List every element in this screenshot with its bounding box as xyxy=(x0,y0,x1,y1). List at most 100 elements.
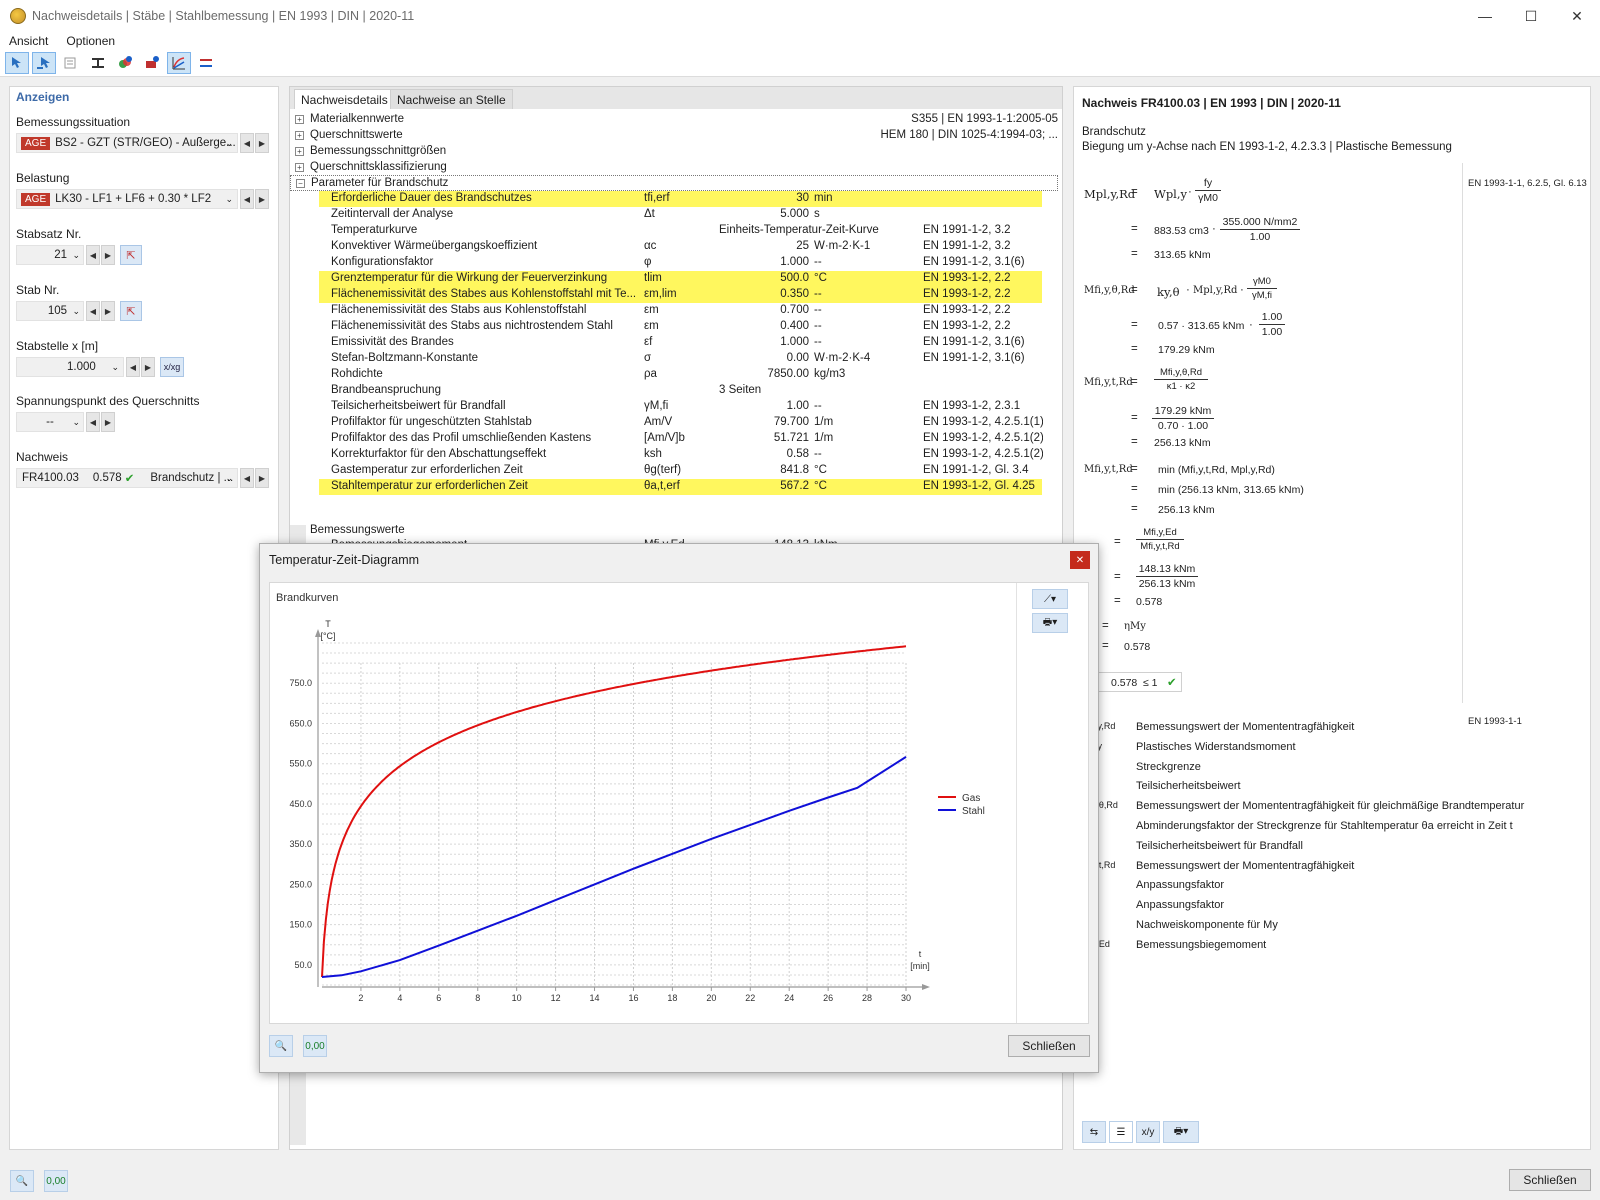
prev-location-button[interactable]: ◀ xyxy=(126,357,140,377)
print-icon[interactable]: 🖶▾ xyxy=(1032,613,1068,633)
table-row[interactable]: Konvektiver Wärmeübergangskoeffizientαc2… xyxy=(319,239,1042,255)
group-classification[interactable]: +Querschnittsklassifizierung xyxy=(290,159,1062,175)
member-select[interactable]: 105 ⌄ xyxy=(16,301,84,321)
table-row[interactable]: Stefan-Boltzmann-Konstanteσ0.00W·m-2·K-4… xyxy=(319,351,1042,367)
search-icon[interactable]: 🔍 xyxy=(10,1170,34,1192)
select-member-icon[interactable] xyxy=(5,52,29,74)
chart-area: Brandkurven2468101214161820222426283050.… xyxy=(269,582,1089,1024)
design-situation-select[interactable]: AGE BS2 - GZT (STR/GEO) - Außerge... ⌄ xyxy=(16,133,238,153)
settings-icon[interactable] xyxy=(194,52,218,74)
chevron-down-icon: ⌄ xyxy=(72,417,80,428)
table-row[interactable]: Stahltemperatur zur erforderlichen Zeitθ… xyxy=(319,479,1042,495)
eq-equals: = xyxy=(1131,412,1138,424)
next-situation-button[interactable]: ▶ xyxy=(255,133,269,153)
swap-icon[interactable]: ⇆ xyxy=(1082,1121,1106,1143)
group-design-values[interactable]: −Bemessungswerte xyxy=(290,522,1062,538)
table-row[interactable]: Konfigurationsfaktorφ1.000--EN 1991-1-2,… xyxy=(319,255,1042,271)
next-loading-button[interactable]: ▶ xyxy=(255,189,269,209)
tab-checks-at-location[interactable]: Nachweise an Stelle xyxy=(390,89,513,109)
check-select[interactable]: FR4100.03 0.578 ✔ Brandschutz | ... ⌄ xyxy=(16,468,238,488)
group-fire-params[interactable]: −Parameter für Brandschutz xyxy=(290,175,1058,191)
minimize-button[interactable]: — xyxy=(1462,0,1508,32)
table-row[interactable]: Gastemperatur zur erforderlichen Zeitθg(… xyxy=(319,463,1042,479)
sort-icon[interactable]: ☰ xyxy=(1109,1121,1133,1143)
prev-loading-button[interactable]: ◀ xyxy=(240,189,254,209)
select-location-icon[interactable] xyxy=(32,52,56,74)
cell-val: 5.000 xyxy=(719,208,809,220)
dialog-close-button[interactable]: Schließen xyxy=(1008,1035,1090,1057)
pick-member-icon[interactable]: ⇱ xyxy=(120,301,142,321)
close-window-button[interactable]: ✕ xyxy=(1554,0,1600,32)
table-row[interactable]: Korrekturfaktor für den Abschattungseffe… xyxy=(319,447,1042,463)
prev-check-button[interactable]: ◀ xyxy=(240,468,254,488)
eq-equals: = xyxy=(1131,483,1138,495)
formula-icon[interactable]: x/y xyxy=(1136,1121,1160,1143)
expand-icon[interactable]: + xyxy=(295,131,304,140)
tab-details[interactable]: Nachweisdetails xyxy=(294,89,395,109)
section-icon[interactable] xyxy=(86,52,110,74)
next-check-button[interactable]: ▶ xyxy=(255,468,269,488)
group-material[interactable]: +MaterialkennwerteS355 | EN 1993-1-1:200… xyxy=(290,111,1062,127)
table-row[interactable]: Emissivität des Brandesεf1.000--EN 1991-… xyxy=(319,335,1042,351)
group-section[interactable]: +QuerschnittswerteHEM 180 | DIN 1025-4:1… xyxy=(290,127,1062,143)
cell-name: Konfigurationsfaktor xyxy=(331,256,639,268)
diagram-icon[interactable] xyxy=(167,52,191,74)
prev-stress-point-button[interactable]: ◀ xyxy=(86,412,100,432)
table-row[interactable]: Erforderliche Dauer des Brandschutzestfi… xyxy=(319,191,1042,207)
table-row[interactable]: Flächenemissivität des Stabs aus Kohlens… xyxy=(319,303,1042,319)
close-button[interactable]: Schließen xyxy=(1509,1169,1591,1191)
menu-ansicht[interactable]: Ansicht xyxy=(9,34,48,48)
maximize-button[interactable]: ☐ xyxy=(1508,0,1554,32)
cell-name: Temperaturkurve xyxy=(331,224,639,236)
eq-equals: = xyxy=(1131,376,1138,388)
expand-icon[interactable]: + xyxy=(295,115,304,124)
chart-axes-icon[interactable]: ⟋▾ xyxy=(1032,589,1068,609)
prev-situation-button[interactable]: ◀ xyxy=(240,133,254,153)
loading-select[interactable]: AGE LK30 - LF1 + LF6 + 0.30 * LF2 ⌄ xyxy=(16,189,238,209)
expand-icon[interactable]: + xyxy=(295,147,304,156)
location-select[interactable]: 1.000 ⌄ xyxy=(16,357,124,377)
next-location-button[interactable]: ▶ xyxy=(141,357,155,377)
close-icon[interactable]: ✕ xyxy=(1070,551,1090,569)
group-internal-forces[interactable]: +Bemessungsschnittgrößen xyxy=(290,143,1062,159)
member-set-select[interactable]: 21 ⌄ xyxy=(16,245,84,265)
table-row[interactable]: TemperaturkurveEinheits-Temperatur-Zeit-… xyxy=(319,223,1042,239)
view-icon[interactable] xyxy=(59,52,83,74)
decimal-icon[interactable]: 0,00 xyxy=(44,1170,68,1192)
table-row[interactable]: Grenztemperatur für die Wirkung der Feue… xyxy=(319,271,1042,287)
member-set-value: 21 xyxy=(54,249,67,261)
table-row[interactable]: Flächenemissivität des Stabs aus nichtro… xyxy=(319,319,1042,335)
colors-info-icon[interactable] xyxy=(113,52,137,74)
table-row[interactable]: Profilfaktor für ungeschützten Stahlstab… xyxy=(319,415,1042,431)
cell-unit: 1/m xyxy=(814,416,874,428)
y-tick-label: 250.0 xyxy=(289,879,312,889)
check-title: Nachweis FR4100.03 | EN 1993 | DIN | 202… xyxy=(1082,96,1341,110)
cell-val: 30 xyxy=(719,192,809,204)
search-icon[interactable]: 🔍 xyxy=(269,1035,293,1057)
table-row[interactable]: Zeitintervall der AnalyseΔt5.000s xyxy=(319,207,1042,223)
stress-point-select[interactable]: -- ⌄ xyxy=(16,412,84,432)
prev-member-button[interactable]: ◀ xyxy=(86,301,100,321)
table-row[interactable]: Rohdichteρa7850.00kg/m3 xyxy=(319,367,1042,383)
table-row[interactable]: Flächenemissivität des Stabes aus Kohlen… xyxy=(319,287,1042,303)
table-row[interactable]: Profilfaktor des das Profil umschließend… xyxy=(319,431,1042,447)
next-stress-point-button[interactable]: ▶ xyxy=(101,412,115,432)
print-icon[interactable]: 🖶▾ xyxy=(1163,1121,1199,1143)
next-member-button[interactable]: ▶ xyxy=(101,301,115,321)
menu-optionen[interactable]: Optionen xyxy=(66,34,115,48)
relative-location-button[interactable]: x/xg xyxy=(160,357,184,377)
prev-member-set-button[interactable]: ◀ xyxy=(86,245,100,265)
cell-val: 0.350 xyxy=(719,288,809,300)
eq-eta: ηMy xyxy=(1124,621,1146,632)
cell-name: Profilfaktor für ungeschützten Stahlstab xyxy=(331,416,639,428)
temperature-time-dialog: Temperatur-Zeit-Diagramm ✕ Brandkurven24… xyxy=(259,543,1099,1073)
pick-member-set-icon[interactable]: ⇱ xyxy=(120,245,142,265)
table-row[interactable]: Teilsicherheitsbeiwert für BrandfallγM,f… xyxy=(319,399,1042,415)
design-situation-value: BS2 - GZT (STR/GEO) - Außerge... xyxy=(55,137,236,149)
collapse-icon[interactable]: − xyxy=(296,179,305,188)
decimal-icon[interactable]: 0,00 xyxy=(303,1035,327,1057)
member-info-icon[interactable] xyxy=(140,52,164,74)
next-member-set-button[interactable]: ▶ xyxy=(101,245,115,265)
expand-icon[interactable]: + xyxy=(295,163,304,172)
table-row[interactable]: Brandbeanspruchung3 Seiten xyxy=(319,383,1042,399)
